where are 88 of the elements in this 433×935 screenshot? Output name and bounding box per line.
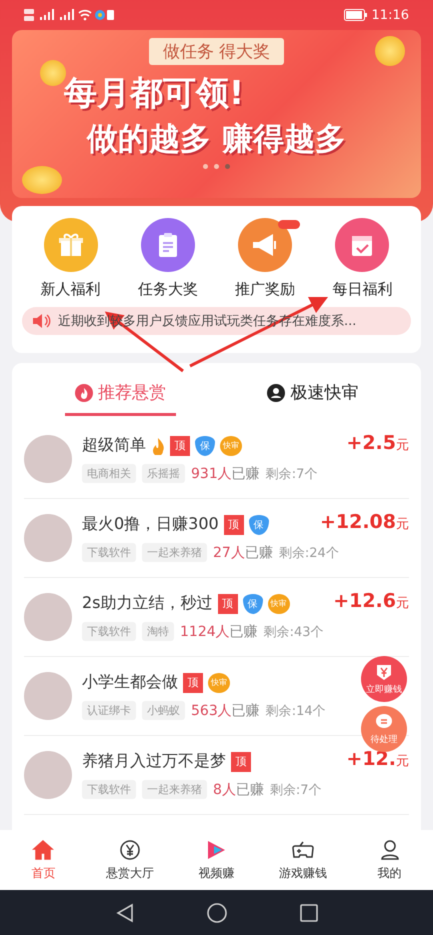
remaining-count: 剩余:24个 [278,544,339,562]
yen-coin-icon [118,838,141,860]
earned-count: 563人已赚 [191,702,260,720]
status-time: 11:16 [372,8,409,22]
coin-drawing [40,60,66,86]
task-title: 超级简单 [82,435,146,456]
fast-review-tag: 快审 [208,672,230,692]
fast-review-tag: 快审 [220,436,242,456]
task-title: 养猪月入过万不是梦 [82,751,226,772]
promo-banner[interactable]: 做任务 得大奖 每月都可领! 做的越多 赚得越多 [12,30,421,198]
shortcut-item[interactable]: 新人福利 [40,218,101,299]
task-row[interactable]: 最火0撸，日赚300 顶 保 下载软件 一起来养猪 27人已赚 剩余:24个 +12.08元 [24,499,409,578]
banner-tag: 做任务 得大奖 [148,38,284,65]
shortcut-item[interactable]: 推广奖励 [235,218,296,299]
remaining-count: 剩余:43个 [264,624,324,640]
task-title: 2s助力立结，秒过 [82,593,213,614]
task-title: 小学生都会做 [82,672,178,693]
remaining-count: 剩余:7个 [266,466,318,482]
remaining-count: 剩余:7个 [270,782,322,798]
user-icon [378,838,401,860]
reward-price: +12.08元 [320,511,409,533]
fast-review-tag: 快审 [268,594,290,614]
top-tag: 顶 [183,672,203,692]
banner-subline: 做的越多 赚得越多 [87,120,346,159]
recents-icon[interactable] [300,904,318,922]
shortcut-label: 新人福利 [40,280,101,299]
gift-icon [56,231,85,259]
avatar-photo [24,593,72,641]
home-icon[interactable] [206,902,228,924]
avatar-photo [24,672,72,720]
category-tag: 电商相关 [82,464,136,483]
back-icon[interactable] [116,902,134,922]
task-title: 最火0撸，日赚300 [82,514,219,535]
earned-count: 8人已赚 [213,780,264,798]
play-icon [205,838,228,860]
earned-count: 27人已赚 [213,544,273,562]
carousel-dot[interactable] [203,164,208,169]
shortcut-item[interactable]: 任务大奖 [138,218,198,299]
coin-drawing [375,36,405,66]
top-tag: 顶 [224,514,244,534]
reward-price: +2.5元 [346,432,409,454]
fire-icon [74,384,93,402]
top-tag: 顶 [170,436,190,456]
category-tag: 下载软件 [82,780,136,799]
earned-count: 1124人已赚 [180,622,258,640]
speaker-icon [32,313,52,329]
nav-tab[interactable]: 游戏赚钱 [268,838,338,882]
reward-price: +12.6元 [333,590,409,612]
carousel-dot[interactable] [214,164,219,169]
nav-tab[interactable]: 我的 [354,838,425,882]
shield-tag: 保 [248,514,269,534]
category-tag: 认证绑卡 [82,701,136,720]
list-tab[interactable]: 推荐悬赏 [64,377,176,416]
gamepad-icon [291,838,316,860]
category-tag: 下载软件 [82,543,136,562]
category-tag: 乐摇摇 [142,464,185,483]
banner-headline: 每月都可领! [64,72,244,114]
user-icon [267,384,286,402]
shortcut-label: 任务大奖 [138,280,198,299]
carousel-dot[interactable] [225,164,230,169]
coin-drawing [22,166,62,194]
avatar-photo [24,514,72,562]
category-tag: 一起来养猪 [142,543,207,562]
top-tag: 顶 [231,752,251,772]
earned-count: 931人已赚 [191,464,260,482]
chat-icon [375,712,393,730]
shield-tag: 保 [242,594,263,614]
top-tag: 顶 [218,594,238,614]
shortcut-label: 每日福利 [332,280,392,299]
home-icon [32,838,54,860]
battery-icon [344,9,368,21]
avatar-photo [24,751,72,799]
nav-tab[interactable]: 悬赏大厅 [94,838,165,882]
list-tab[interactable]: 极速快审 [257,377,368,416]
category-tag: 淘特 [142,622,174,641]
avatar-photo [24,435,72,483]
shortcut-item[interactable]: 每日福利 [332,218,392,299]
remaining-count: 剩余:14个 [266,702,326,720]
category-tag: 下载软件 [82,622,136,641]
task-row[interactable]: 2s助力立结，秒过 顶 保 快审 下载软件 淘特 1124人已赚 剩余:43个 +12.6元 [24,578,409,657]
yen-icon [375,662,393,680]
category-tag: 一起来养猪 [142,780,207,799]
task-row[interactable]: 超级简单 顶 保 快审 电商相关 乐摇摇 931人已赚 剩余:7个 +2.5元 [24,420,409,499]
shortcut-label: 推广奖励 [235,280,296,299]
nav-tab[interactable]: 首页 [8,838,78,882]
nav-tab[interactable]: 视频赚 [181,838,252,882]
shield-tag: 保 [195,436,215,456]
category-tag: 小蚂蚁 [142,701,185,720]
